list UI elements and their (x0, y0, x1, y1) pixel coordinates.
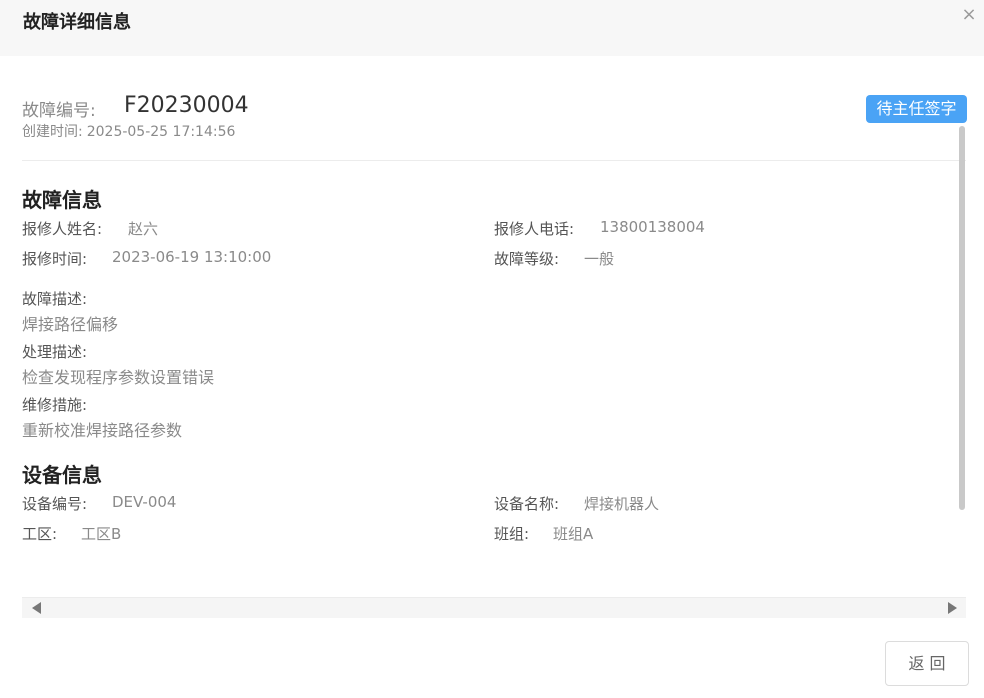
repair-measures-value: 重新校准焊接路径参数 (22, 421, 183, 440)
scroll-left-icon[interactable] (32, 602, 41, 614)
back-button[interactable]: 返 回 (885, 641, 969, 686)
created-time-value: 2025-05-25 17:14:56 (86, 124, 236, 140)
divider (22, 160, 966, 161)
fault-info-title: 故障信息 (22, 188, 102, 212)
handling-description-value: 检查发现程序参数设置错误 (22, 368, 215, 387)
fault-no-label: 故障编号: (22, 101, 96, 121)
reporter-phone-value: 13800138004 (600, 218, 705, 236)
created-time-label: 创建时间: (22, 124, 83, 140)
handling-description-label: 处理描述: (22, 343, 88, 361)
device-info-title: 设备信息 (22, 463, 102, 487)
horizontal-scrollbar[interactable] (22, 597, 966, 618)
close-icon[interactable]: × (960, 6, 978, 24)
scroll-right-icon[interactable] (948, 602, 957, 614)
reporter-name-label: 报修人姓名: (22, 220, 103, 238)
fault-description-value: 焊接路径偏移 (22, 315, 119, 334)
team-label: 班组: (494, 525, 530, 543)
vertical-scrollbar[interactable] (959, 126, 965, 510)
fault-level-value: 一般 (584, 250, 615, 268)
report-time-label: 报修时间: (22, 250, 88, 268)
created-time: 创建时间: 2025-05-25 17:14:56 (22, 121, 235, 141)
device-no-label: 设备编号: (22, 495, 88, 513)
fault-no-value: F20230004 (124, 93, 249, 118)
device-name-value: 焊接机器人 (584, 495, 660, 513)
dialog-title: 故障详细信息 (23, 12, 131, 33)
zone-label: 工区: (22, 525, 58, 543)
dialog-header: 故障详细信息 × (0, 0, 984, 56)
device-name-label: 设备名称: (494, 495, 560, 513)
reporter-phone-label: 报修人电话: (494, 220, 575, 238)
team-value: 班组A (553, 525, 594, 543)
report-time-value: 2023-06-19 13:10:00 (112, 248, 272, 266)
device-no-value: DEV-004 (112, 493, 177, 511)
reporter-name-value: 赵六 (128, 220, 159, 238)
fault-description-label: 故障描述: (22, 290, 88, 308)
zone-value: 工区B (81, 525, 122, 543)
status-badge: 待主任签字 (866, 95, 967, 123)
fault-level-label: 故障等级: (494, 250, 560, 268)
repair-measures-label: 维修措施: (22, 396, 88, 414)
